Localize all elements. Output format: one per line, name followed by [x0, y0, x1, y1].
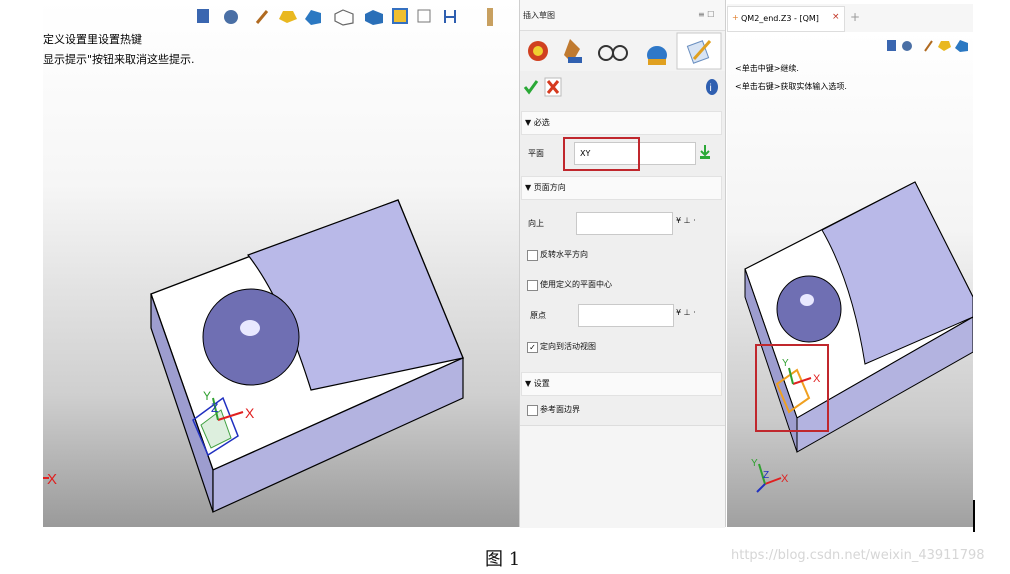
part-model-right[interactable]: X Y X Y Z: [727, 32, 973, 527]
cursor-bar: [973, 500, 975, 532]
sphere-highlight: [240, 320, 260, 336]
left-viewport[interactable]: 定义设置里设置热键 显示提示"按钮来取消这些提示. X Y Z X: [43, 0, 519, 527]
right-world-axis: X Y Z: [751, 458, 789, 493]
origin-label: 原点: [530, 311, 546, 320]
svg-text:X: X: [813, 373, 821, 385]
plane-highlight-box: [563, 137, 640, 171]
origin-field[interactable]: [578, 304, 674, 327]
document-tab-bar: + QM2_end.Z3 - [QM] × +: [727, 4, 973, 33]
origin-dropdown-icon[interactable]: ¥ ⊥ ·: [676, 308, 696, 317]
right-viewport[interactable]: <单击中键>继续. <单击右键>获取实体输入选项. X Y X Y Z: [727, 32, 973, 527]
view-manager-icon: [598, 45, 628, 61]
up-direction-dropdown-icon[interactable]: ¥ ⊥ ·: [676, 216, 696, 225]
panel-action-row: i: [520, 72, 725, 102]
pick-plane-icon[interactable]: [698, 144, 712, 160]
section-required[interactable]: ▼ 必选: [521, 111, 722, 135]
cancel-button[interactable]: [544, 77, 562, 97]
watermark-text: https://blog.csdn.net/weixin_43911798: [731, 548, 985, 563]
panel-tab-icons[interactable]: [520, 31, 725, 71]
part-model-left[interactable]: X Y Z X: [43, 0, 519, 527]
right-sphere-feature: [776, 275, 842, 343]
svg-text:Y: Y: [751, 458, 758, 469]
panel-empty-area: [520, 425, 725, 528]
document-tab[interactable]: + QM2_end.Z3 - [QM] ×: [727, 6, 845, 32]
flip-horizontal-checkbox[interactable]: [527, 250, 538, 261]
panel-title: 插入草图: [523, 11, 555, 20]
right-sphere-highlight: [800, 294, 814, 306]
new-tab-button[interactable]: +: [850, 10, 860, 24]
assembly-icon: [647, 46, 667, 65]
svg-text:Z: Z: [763, 470, 769, 481]
svg-text:i: i: [710, 83, 712, 94]
section-orientation[interactable]: ▼ 页面方向: [521, 176, 722, 200]
use-custom-center-label: 使用定义的平面中心: [540, 280, 612, 289]
document-tab-pin-icon: +: [732, 13, 739, 22]
figure-caption: 图 1: [485, 549, 521, 570]
svg-text:Z: Z: [211, 401, 218, 415]
feature-manager-icon: [564, 39, 582, 63]
insert-sketch-panel: 插入草图 ≡ ☐ i ▼ 必选 平面 XY ▼ 页面方向 向上 ¥ ⊥ · 反转…: [519, 0, 726, 528]
sphere-feature: [202, 288, 300, 386]
document-tab-close[interactable]: ×: [832, 12, 840, 22]
panel-window-controls[interactable]: ≡ ☐: [698, 10, 714, 19]
orient-active-view-label: 定向到活动视图: [540, 342, 596, 351]
svg-text:X: X: [47, 471, 57, 488]
svg-text:X: X: [245, 405, 255, 421]
panel-tab-row: [520, 31, 725, 71]
up-direction-label: 向上: [528, 219, 544, 228]
up-direction-field[interactable]: [576, 212, 673, 235]
svg-text:Y: Y: [782, 358, 789, 369]
section-required-label: ▼ 必选: [525, 118, 550, 127]
info-button[interactable]: i: [704, 78, 720, 96]
reference-boundary-label: 参考面边界: [540, 405, 580, 414]
section-orientation-label: ▼ 页面方向: [525, 183, 566, 192]
panel-title-bar: 插入草图 ≡ ☐: [520, 0, 725, 31]
plane-label: 平面: [528, 149, 544, 158]
section-settings[interactable]: ▼ 设置: [521, 372, 722, 396]
document-tab-label: QM2_end.Z3 - [QM]: [741, 14, 819, 23]
use-custom-center-checkbox[interactable]: [527, 280, 538, 291]
flip-horizontal-label: 反转水平方向: [540, 250, 588, 259]
reference-boundary-checkbox[interactable]: [527, 405, 538, 416]
orient-active-view-checkbox[interactable]: ✓: [527, 342, 538, 353]
svg-text:Y: Y: [203, 389, 211, 403]
sketch-history-icon: [528, 41, 548, 61]
world-axis-left: X: [43, 471, 57, 488]
section-settings-label: ▼ 设置: [525, 379, 550, 388]
accept-button[interactable]: [522, 78, 540, 96]
svg-text:X: X: [781, 473, 789, 485]
